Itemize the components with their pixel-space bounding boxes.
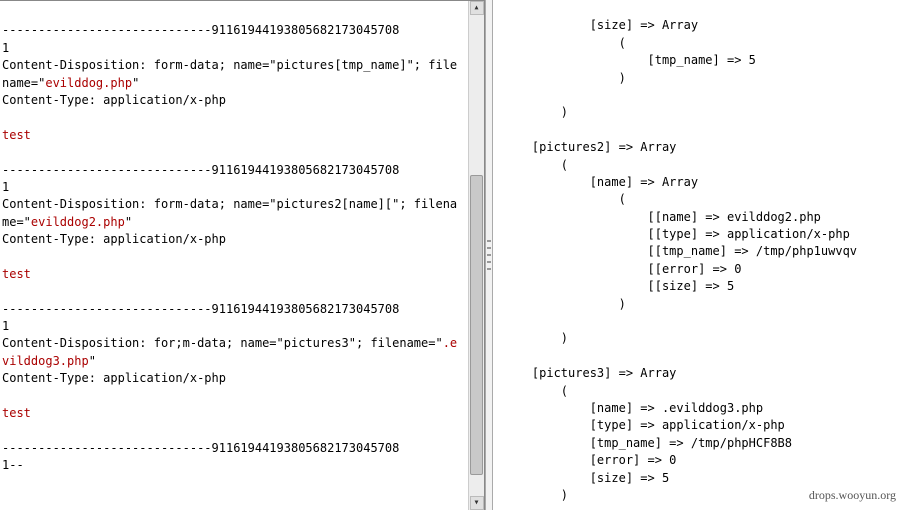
- scroll-track[interactable]: [469, 15, 484, 496]
- scroll-thumb[interactable]: [470, 175, 483, 475]
- scroll-up-icon[interactable]: ▴: [470, 1, 484, 15]
- body-3: test: [2, 406, 31, 420]
- body-2: test: [2, 267, 31, 281]
- php-array-output: [size] => Array ( [tmp_name] => 5 ) ) [p…: [503, 17, 898, 510]
- scroll-down-icon[interactable]: ▾: [470, 496, 484, 510]
- pane-splitter[interactable]: [485, 0, 493, 510]
- left-pane: -----------------------------91161944193…: [0, 0, 485, 510]
- left-scrollbar[interactable]: ▴ ▾: [468, 1, 484, 510]
- filename-1: evilddog.php: [45, 76, 132, 90]
- body-1: test: [2, 128, 31, 142]
- footer-watermark: drops.wooyun.org: [809, 487, 896, 504]
- right-pane: [size] => Array ( [tmp_name] => 5 ) ) [p…: [493, 0, 906, 510]
- filename-2: evilddog2.php: [31, 215, 125, 229]
- http-request-body: -----------------------------91161944193…: [2, 5, 460, 475]
